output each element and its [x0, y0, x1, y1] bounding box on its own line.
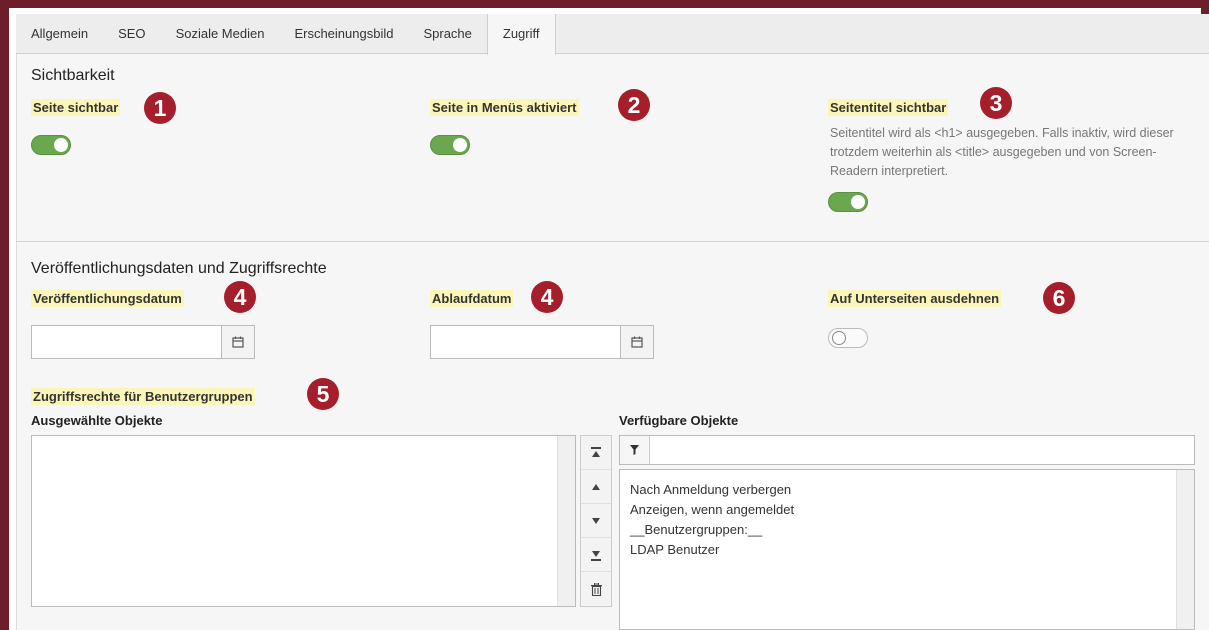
arrow-up-icon — [592, 483, 600, 490]
tab-zugriff[interactable]: Zugriff — [486, 14, 556, 55]
section-title-access: Veröffentlichungsdaten und Zugriffsrecht… — [31, 260, 327, 277]
menu-visible-toggle[interactable] — [430, 135, 470, 155]
list-item[interactable]: __Benutzergruppen:__ — [620, 520, 1194, 540]
move-down-button[interactable] — [581, 504, 611, 538]
label-selected-objects: Ausgewählte Objekte — [31, 413, 163, 428]
available-items: Nach Anmeldung verbergen Anzeigen, wenn … — [620, 470, 1194, 560]
label-expiry-date: Ablaufdatum — [430, 290, 514, 307]
badge-6: 6 — [1043, 282, 1075, 314]
calendar-icon — [631, 336, 643, 348]
toggle-knob — [453, 138, 467, 152]
list-controls — [580, 435, 612, 607]
remove-button[interactable] — [581, 572, 611, 606]
toggle-knob — [851, 195, 865, 209]
expiry-date-input[interactable] — [430, 325, 622, 359]
toggle-knob — [54, 138, 68, 152]
publish-date-picker-button[interactable] — [221, 325, 255, 359]
label-title-visible: Seitentitel sichtbar — [828, 99, 949, 116]
tab-soziale-medien[interactable]: Soziale Medien — [161, 14, 280, 54]
badge-4-publish: 4 — [224, 281, 256, 313]
list-item[interactable]: LDAP Benutzer — [620, 540, 1194, 560]
label-page-visible: Seite sichtbar — [31, 99, 121, 116]
label-publish-date: Veröffentlichungsdatum — [31, 290, 184, 307]
tab-bar: Allgemein SEO Soziale Medien Erscheinung… — [16, 14, 1209, 55]
label-available-objects: Verfügbare Objekte — [619, 413, 739, 428]
tab-allgemein[interactable]: Allgemein — [16, 14, 103, 54]
badge-2: 2 — [618, 89, 650, 121]
label-extend-subpages: Auf Unterseiten ausdehnen — [828, 290, 1002, 307]
title-visible-help: Seitentitel wird als <h1> ausgegeben. Fa… — [830, 126, 1174, 178]
scrollbar[interactable] — [557, 436, 575, 606]
selected-objects-list[interactable] — [31, 435, 576, 607]
tab-sprache[interactable]: Sprache — [408, 14, 486, 54]
tab-erscheinungsbild[interactable]: Erscheinungsbild — [279, 14, 408, 54]
section-divider — [16, 241, 1209, 242]
trash-icon — [590, 582, 602, 596]
badge-3: 3 — [980, 87, 1012, 119]
frame-border-top — [0, 0, 1209, 8]
toggle-knob — [832, 331, 846, 345]
filter-icon — [620, 436, 650, 464]
list-item[interactable]: Anzeigen, wenn angemeldet — [620, 500, 1194, 520]
move-bottom-icon — [591, 550, 601, 561]
arrow-down-icon — [592, 517, 600, 524]
calendar-icon — [232, 336, 244, 348]
label-user-groups: Zugriffsrechte für Benutzergruppen — [31, 388, 255, 405]
expiry-date-picker-button[interactable] — [620, 325, 654, 359]
extend-subpages-toggle[interactable] — [828, 328, 868, 348]
move-top-icon — [591, 446, 601, 457]
publish-date-input[interactable] — [31, 325, 223, 359]
badge-4-expiry: 4 — [531, 281, 563, 313]
move-up-button[interactable] — [581, 470, 611, 504]
frame-border-left — [0, 0, 9, 630]
section-title-visibility: Sichtbarkeit — [31, 67, 115, 84]
move-to-top-button[interactable] — [581, 436, 611, 470]
scrollbar[interactable] — [1176, 470, 1194, 629]
filter-field[interactable] — [619, 435, 1195, 465]
badge-1: 1 — [144, 92, 176, 124]
badge-5: 5 — [307, 378, 339, 410]
move-to-bottom-button[interactable] — [581, 538, 611, 572]
list-item[interactable]: Nach Anmeldung verbergen — [620, 480, 1194, 500]
tab-seo[interactable]: SEO — [103, 14, 160, 54]
label-menu-visible: Seite in Menüs aktiviert — [430, 99, 579, 116]
page-visible-toggle[interactable] — [31, 135, 71, 155]
title-visible-toggle[interactable] — [828, 192, 868, 212]
available-objects-list[interactable]: Nach Anmeldung verbergen Anzeigen, wenn … — [619, 469, 1195, 630]
